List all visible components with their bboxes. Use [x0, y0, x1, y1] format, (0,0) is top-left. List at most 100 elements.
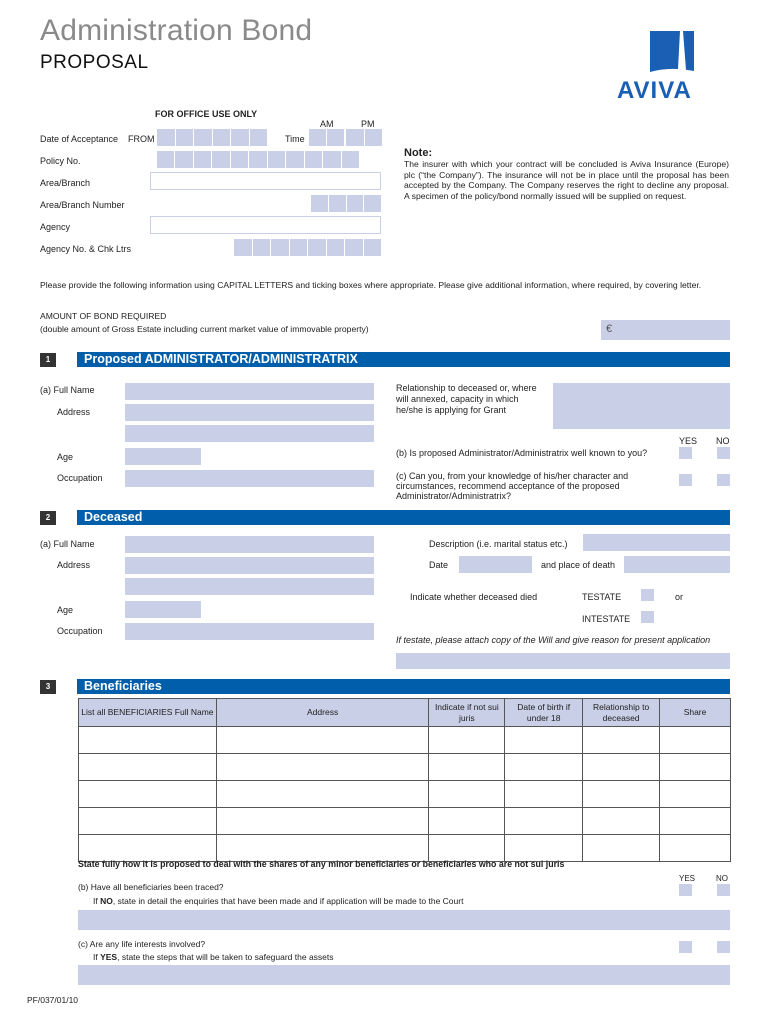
- s2-full-name-input[interactable]: [125, 536, 374, 553]
- cell-dob[interactable]: [504, 780, 584, 808]
- table-row: [78, 807, 731, 835]
- cell-address[interactable]: [215, 807, 430, 835]
- bond-amount-input[interactable]: €: [601, 320, 730, 340]
- table-row: [78, 834, 731, 862]
- s1-full-name-input[interactable]: [125, 383, 374, 400]
- cell-share[interactable]: [659, 834, 731, 862]
- s1-q-b-yes-checkbox[interactable]: [679, 447, 692, 459]
- s1-no-header: NO: [716, 436, 730, 446]
- area-branch-number-input[interactable]: [311, 195, 381, 212]
- cell-full-name[interactable]: [78, 780, 217, 808]
- table-row: [78, 753, 731, 781]
- cell-sui-juris[interactable]: [428, 834, 506, 862]
- aviva-logo-icon: [650, 31, 694, 72]
- s3-yes-header: YES: [679, 874, 696, 883]
- cell-dob[interactable]: [504, 807, 584, 835]
- s3-safeguard-input[interactable]: [78, 965, 730, 985]
- cell-sui-juris[interactable]: [428, 726, 506, 754]
- s1-q-c-yes-checkbox[interactable]: [679, 474, 692, 486]
- s3-q-b-no-checkbox[interactable]: [717, 884, 730, 896]
- euro-symbol: €: [606, 323, 613, 335]
- cell-full-name[interactable]: [78, 753, 217, 781]
- time-am-input[interactable]: [309, 129, 344, 146]
- s2-intestate-checkbox[interactable]: [641, 611, 654, 623]
- table-row: [78, 726, 731, 754]
- s3-q-b-yes-checkbox[interactable]: [679, 884, 692, 896]
- bond-amount-label: AMOUNT OF BOND REQUIRED: [40, 311, 167, 321]
- s2-reason-input[interactable]: [396, 653, 730, 669]
- s1-occupation-input[interactable]: [125, 470, 374, 487]
- s2-age-input[interactable]: [125, 601, 201, 618]
- s1-q-c-no-checkbox[interactable]: [717, 474, 730, 486]
- followup-rest: , state in detail the enquiries that hav…: [112, 896, 464, 906]
- s1-question-b: (b) Is proposed Administrator/Administra…: [396, 448, 648, 458]
- s2-address-label: Address: [57, 560, 91, 570]
- s3-no-header: NO: [716, 874, 728, 883]
- s1-question-c: (c) Can you, from your knowledge of his/…: [396, 471, 629, 501]
- s3-q-c-yes-checkbox[interactable]: [679, 941, 692, 953]
- s1-age-input[interactable]: [125, 448, 201, 465]
- time-label: Time: [285, 134, 305, 144]
- cell-address[interactable]: [215, 834, 430, 862]
- s2-address-line2-input[interactable]: [125, 578, 374, 595]
- cell-share[interactable]: [659, 780, 731, 808]
- s1-full-name-label: (a) Full Name: [40, 385, 95, 395]
- cell-dob[interactable]: [504, 726, 584, 754]
- cell-dob[interactable]: [504, 834, 584, 862]
- s1-address-line2-input[interactable]: [125, 425, 374, 442]
- cell-address[interactable]: [215, 780, 430, 808]
- policy-no-input[interactable]: [157, 151, 359, 168]
- s2-address-line1-input[interactable]: [125, 557, 374, 574]
- s2-place-input[interactable]: [624, 556, 730, 573]
- cell-address[interactable]: [215, 753, 430, 781]
- cell-relationship[interactable]: [582, 726, 661, 754]
- s1-address-label: Address: [57, 407, 91, 417]
- cell-relationship[interactable]: [582, 834, 661, 862]
- section-3-number: 3: [40, 680, 56, 694]
- office-use-heading: FOR OFFICE USE ONLY: [155, 109, 258, 119]
- agency-no-input[interactable]: [234, 239, 381, 256]
- cell-share[interactable]: [659, 726, 731, 754]
- s2-date-input[interactable]: [459, 556, 532, 573]
- from-label: FROM: [128, 134, 155, 144]
- cell-dob[interactable]: [504, 753, 584, 781]
- table-header-row: List all BENEFICIARIES Full Name Address…: [78, 698, 731, 727]
- s2-testate-checkbox[interactable]: [641, 589, 654, 601]
- col-header-dob: Date of birth if under 18: [504, 698, 584, 727]
- s3-enquiries-input[interactable]: [78, 910, 730, 930]
- cell-full-name[interactable]: [78, 807, 217, 835]
- s1-address-line1-input[interactable]: [125, 404, 374, 421]
- time-pm-input[interactable]: [346, 129, 382, 146]
- section-1-number: 1: [40, 353, 56, 367]
- cell-full-name[interactable]: [78, 726, 217, 754]
- followup-bold: YES: [100, 952, 118, 962]
- s2-intestate-label: INTESTATE: [582, 614, 631, 624]
- s2-occupation-input[interactable]: [125, 623, 374, 640]
- s3-q-c-no-checkbox[interactable]: [717, 941, 730, 953]
- cell-relationship[interactable]: [582, 753, 661, 781]
- cell-relationship[interactable]: [582, 780, 661, 808]
- date-of-acceptance-input[interactable]: [157, 129, 267, 146]
- s2-description-input[interactable]: [583, 534, 730, 551]
- table-row: [78, 780, 731, 808]
- section-2-number: 2: [40, 511, 56, 525]
- document-title: Administration Bond: [40, 14, 313, 47]
- cell-sui-juris[interactable]: [428, 780, 506, 808]
- instructions-text: Please provide the following information…: [40, 280, 702, 290]
- cell-share[interactable]: [659, 807, 731, 835]
- cell-full-name[interactable]: [78, 834, 217, 862]
- agency-input[interactable]: [150, 216, 381, 234]
- s1-age-label: Age: [57, 452, 74, 462]
- s2-occupation-label: Occupation: [57, 626, 103, 636]
- cell-sui-juris[interactable]: [428, 807, 506, 835]
- agency-no-label: Agency No. & Chk Ltrs: [40, 244, 132, 254]
- area-branch-input[interactable]: [150, 172, 381, 190]
- cell-relationship[interactable]: [582, 807, 661, 835]
- col-header-sui-juris: Indicate if not sui juris: [428, 698, 506, 727]
- policy-no-label: Policy No.: [40, 156, 81, 166]
- cell-share[interactable]: [659, 753, 731, 781]
- s1-q-b-no-checkbox[interactable]: [717, 447, 730, 459]
- s1-relationship-input[interactable]: [553, 383, 730, 429]
- cell-sui-juris[interactable]: [428, 753, 506, 781]
- cell-address[interactable]: [215, 726, 430, 754]
